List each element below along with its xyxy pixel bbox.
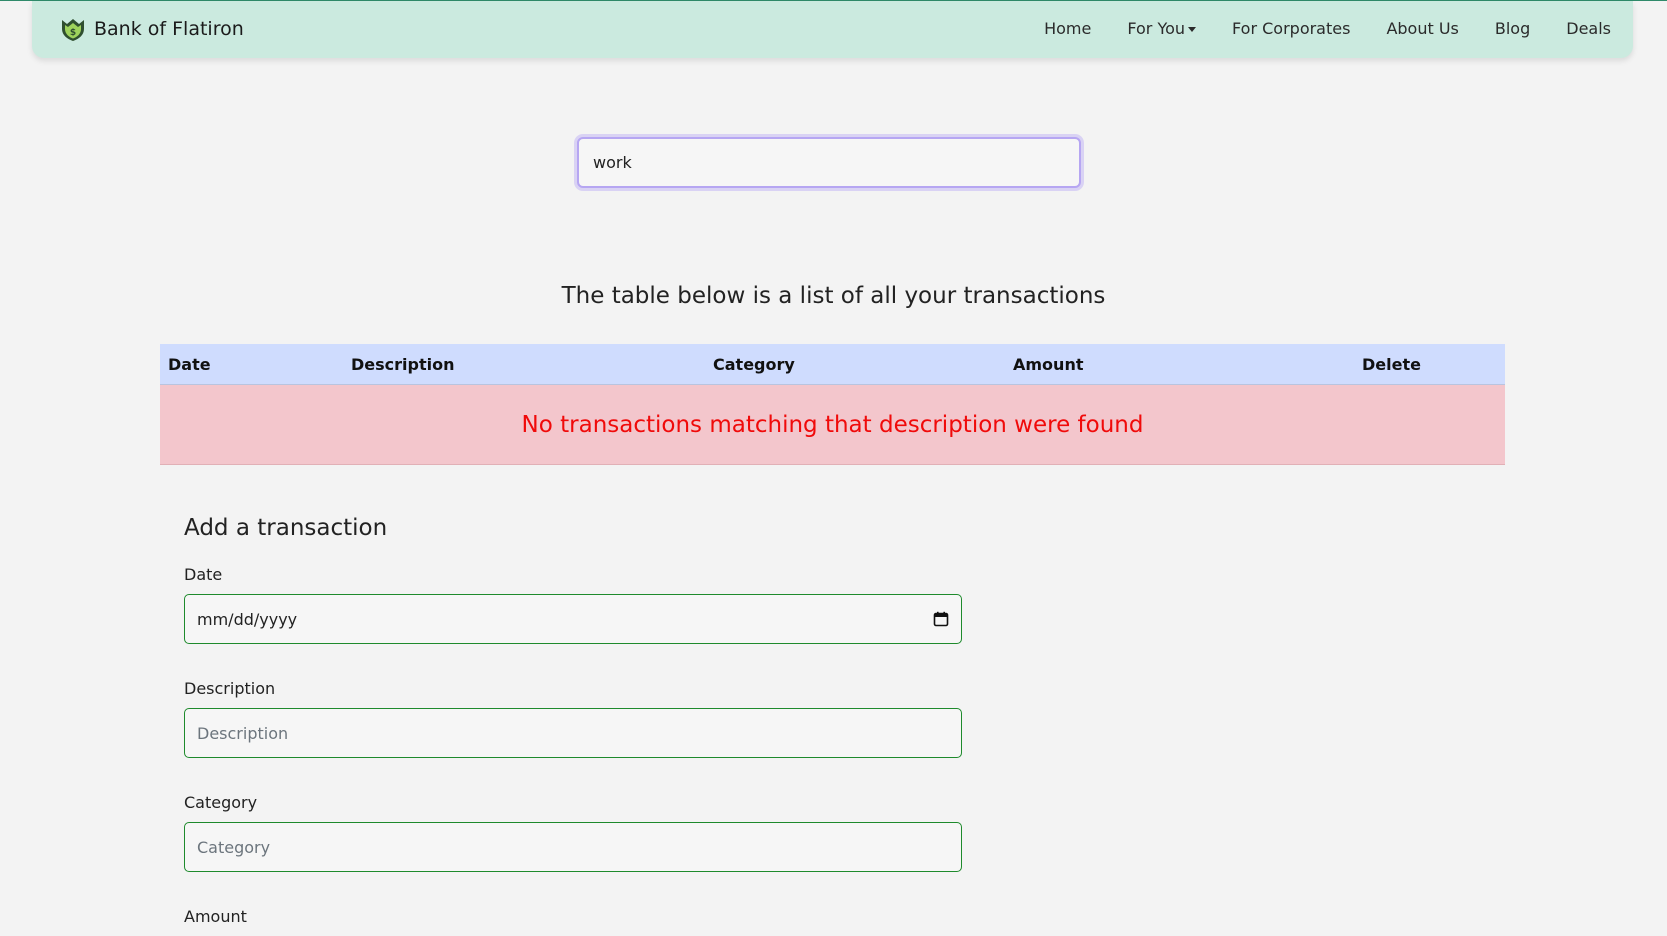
empty-results-message: No transactions matching that descriptio… <box>521 411 1144 438</box>
amount-label: Amount <box>184 907 247 926</box>
description-placeholder: Description <box>197 723 289 743</box>
form-title: Add a transaction <box>184 515 388 541</box>
nav-for-you-label: For You <box>1127 19 1186 38</box>
caret-down-icon <box>1188 27 1197 32</box>
nav-blog[interactable]: Blog <box>1495 19 1530 38</box>
description-label: Description <box>184 679 276 698</box>
calendar-icon[interactable] <box>933 611 949 627</box>
transactions-table: Date Description Category Amount Delete … <box>160 344 1505 465</box>
search-input[interactable] <box>577 137 1081 188</box>
add-transaction-form: Add a transaction Date mm/dd/yyyy Descri… <box>184 510 962 936</box>
nav-for-you-dropdown[interactable]: For You <box>1127 19 1197 38</box>
brand-link[interactable]: $ Bank of Flatiron <box>60 16 244 42</box>
nav-deals[interactable]: Deals <box>1566 19 1611 38</box>
table-header-row: Date Description Category Amount Delete <box>160 344 1505 385</box>
category-label: Category <box>184 793 258 812</box>
category-field[interactable]: Category <box>184 822 962 872</box>
date-label: Date <box>184 565 223 584</box>
brand-name: Bank of Flatiron <box>94 18 244 40</box>
nav-links: Home For You For Corporates About Us Blo… <box>1008 19 1611 38</box>
svg-text:$: $ <box>70 28 76 38</box>
nav-for-corporates[interactable]: For Corporates <box>1232 19 1350 38</box>
table-title: The table below is a list of all your tr… <box>561 283 1106 309</box>
header-amount: Amount <box>1013 355 1084 374</box>
header-description: Description <box>351 355 455 374</box>
empty-results-row: No transactions matching that descriptio… <box>160 385 1505 465</box>
category-placeholder: Category <box>197 837 271 857</box>
date-field-value: mm/dd/yyyy <box>197 609 298 629</box>
nav-home[interactable]: Home <box>1044 19 1091 38</box>
header-date: Date <box>168 355 211 374</box>
header-category: Category <box>713 355 795 374</box>
description-field[interactable]: Description <box>184 708 962 758</box>
nav-about-us[interactable]: About Us <box>1386 19 1458 38</box>
date-field[interactable]: mm/dd/yyyy <box>184 594 962 644</box>
header-delete: Delete <box>1362 355 1421 374</box>
navbar: $ Bank of Flatiron Home For You For Corp… <box>32 1 1633 58</box>
shield-dollar-icon: $ <box>60 16 86 42</box>
